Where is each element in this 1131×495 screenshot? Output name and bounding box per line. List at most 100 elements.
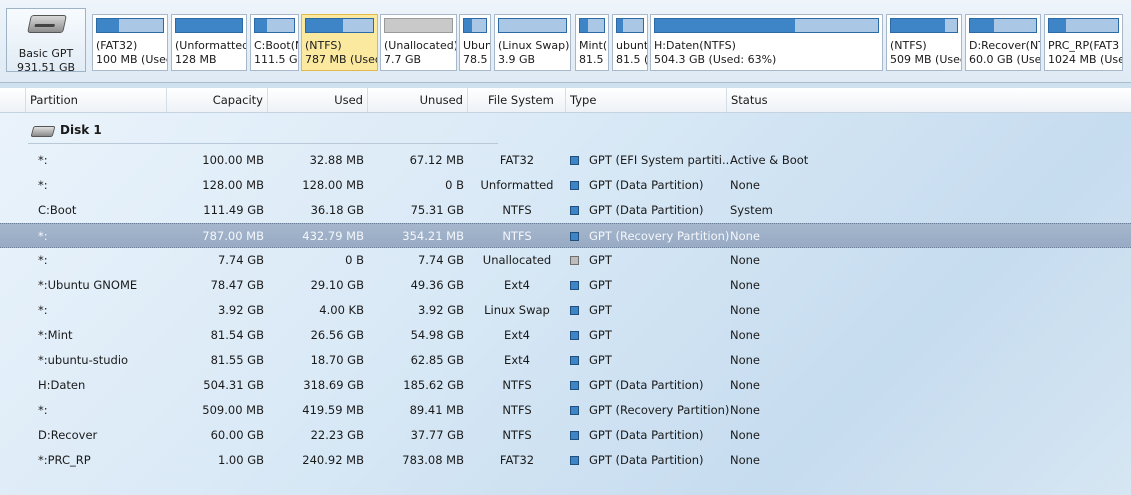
- cell-used: 18.70 GB: [310, 353, 364, 367]
- partition-color-swatch: [570, 331, 579, 340]
- usage-bar: [616, 18, 644, 33]
- cell-file-system: Ext4: [504, 278, 530, 292]
- cell-type: GPT: [589, 278, 612, 292]
- disk-separator: [28, 143, 498, 144]
- partition-block[interactable]: (Unformatted) 128 MB: [171, 14, 247, 71]
- table-row[interactable]: *:Mint 81.54 GB 26.56 GB 54.98 GB Ext4 GPT Non…: [0, 323, 1131, 348]
- partition-block[interactable]: H:Daten(NTFS) 504.3 GB (Used: 63%): [650, 14, 883, 71]
- partition-block[interactable]: D:Recover(NT 60.0 GB (Used: [965, 14, 1041, 71]
- partition-block[interactable]: Ubun 78.5: [459, 14, 491, 71]
- partition-block[interactable]: (NTFS) 787 MB (Used:: [301, 14, 378, 71]
- partition-color-swatch: [570, 181, 579, 190]
- partition-block-size: 7.7 GB: [384, 53, 422, 66]
- partition-block-size: 787 MB (Used:: [305, 53, 378, 66]
- table-row[interactable]: C:Boot 111.49 GB 36.18 GB 75.31 GB NTFS GPT (…: [0, 198, 1131, 223]
- cell-partition: H:Daten: [38, 378, 86, 392]
- partition-color-swatch: [570, 232, 579, 241]
- partition-block-label: Ubun: [463, 39, 491, 52]
- column-partition[interactable]: Partition: [26, 88, 167, 112]
- table-row[interactable]: *:PRC_RP 1.00 GB 240.92 MB 783.08 MB FAT32 GP…: [0, 448, 1131, 473]
- cell-unused: 67.12 MB: [409, 153, 464, 167]
- partition-block-label: H:Daten(NTFS): [654, 39, 736, 52]
- cell-capacity: 509.00 MB: [202, 403, 264, 417]
- usage-bar: [579, 18, 605, 33]
- partition-block-label: C:Boot(N: [254, 39, 299, 52]
- column-type[interactable]: Type: [566, 88, 727, 112]
- usage-bar-free: [118, 19, 163, 32]
- table-row[interactable]: *: 509.00 MB 419.59 MB 89.41 MB NTFS GPT (Rec…: [0, 398, 1131, 423]
- usage-bar-free: [795, 19, 878, 32]
- cell-type: GPT (Recovery Partition): [589, 403, 730, 417]
- cell-used: 26.56 GB: [310, 328, 364, 342]
- partition-block[interactable]: (Linux Swap) 3.9 GB: [494, 14, 571, 71]
- partition-block[interactable]: ubunt 81.5 (: [612, 14, 648, 71]
- table-row[interactable]: *: 787.00 MB 432.79 MB 354.21 MB NTFS GPT (Re…: [0, 223, 1131, 248]
- usage-bar-free: [1065, 19, 1118, 32]
- partition-block[interactable]: Mint(E81.5 (: [575, 14, 609, 71]
- column-used[interactable]: Used: [268, 88, 368, 112]
- cell-type: GPT (Data Partition): [589, 378, 704, 392]
- cell-partition: *:: [38, 153, 48, 167]
- partition-block-label: (NTFS): [305, 39, 342, 52]
- partition-color-swatch: [570, 381, 579, 390]
- cell-unused: 89.41 MB: [409, 403, 464, 417]
- table-row[interactable]: *: 128.00 MB 128.00 MB 0 B Unformatted GPT (D…: [0, 173, 1131, 198]
- partition-block-label: (FAT32): [96, 39, 138, 52]
- cell-status: None: [730, 428, 761, 442]
- table-row[interactable]: *: 7.74 GB 0 B 7.74 GB Unallocated GPT None: [0, 248, 1131, 273]
- column-status[interactable]: Status: [727, 88, 1131, 112]
- cell-capacity: 7.74 GB: [217, 253, 264, 267]
- table-row[interactable]: *:Ubuntu GNOME 78.47 GB 29.10 GB 49.36 GB Ex…: [0, 273, 1131, 298]
- partition-block[interactable]: PRC_RP(FAT3 1024 MB (Usec: [1044, 14, 1123, 71]
- partition-block[interactable]: (Unallocated) 7.7 GB: [380, 14, 457, 71]
- table-row[interactable]: *: 3.92 GB 4.00 KB 3.92 GB Linux Swap GPT None: [0, 298, 1131, 323]
- partition-block-label: PRC_RP(FAT3: [1048, 39, 1120, 52]
- cell-used: 128.00 MB: [302, 178, 364, 192]
- disk-group-header[interactable]: Disk 1: [0, 120, 500, 142]
- column-capacity[interactable]: Capacity: [167, 88, 268, 112]
- disk-info-block[interactable]: Basic GPT 931.51 GB: [6, 8, 86, 74]
- partition-block-label: Mint(E: [579, 39, 608, 52]
- partition-block-size: 128 MB: [175, 53, 217, 66]
- partition-block[interactable]: C:Boot(N111.5 GB: [250, 14, 299, 71]
- usage-bar: [254, 18, 295, 33]
- cell-used: 318.69 GB: [303, 378, 364, 392]
- cell-file-system: NTFS: [502, 428, 532, 442]
- cell-used: 36.18 GB: [310, 203, 364, 217]
- column-file-system[interactable]: File System: [468, 88, 566, 112]
- cell-status: Active & Boot: [730, 153, 809, 167]
- cell-status: None: [730, 278, 761, 292]
- table-row[interactable]: H:Daten 504.31 GB 318.69 GB 185.62 GB NTFS GP…: [0, 373, 1131, 398]
- table-row[interactable]: D:Recover 60.00 GB 22.23 GB 37.77 GB NTFS GPT…: [0, 423, 1131, 448]
- cell-capacity: 504.31 GB: [203, 378, 264, 392]
- usage-bar: [305, 18, 374, 33]
- usage-bar: [654, 18, 879, 33]
- partition-color-swatch: [570, 156, 579, 165]
- cell-unused: 3.92 GB: [417, 303, 464, 317]
- cell-partition: *:ubuntu-studio: [38, 353, 129, 367]
- table-row[interactable]: *:ubuntu-studio 81.55 GB 18.70 GB 62.85 GB E…: [0, 348, 1131, 373]
- partition-block[interactable]: (FAT32)100 MB (Used:: [92, 14, 168, 71]
- cell-status: None: [730, 303, 761, 317]
- usage-bar-free: [994, 19, 1036, 32]
- cell-status: None: [730, 403, 761, 417]
- partition-block-size: 504.3 GB (Used: 63%): [654, 53, 777, 66]
- cell-capacity: 81.55 GB: [210, 353, 264, 367]
- table-row[interactable]: *: 100.00 MB 32.88 MB 67.12 MB FAT32 GPT (EFI…: [0, 148, 1131, 173]
- column-header: Partition Capacity Used Unused File Syst…: [0, 88, 1131, 113]
- cell-type: GPT: [589, 253, 612, 267]
- disk-icon: [30, 126, 56, 137]
- usage-bar: [498, 18, 567, 33]
- column-unused[interactable]: Unused: [368, 88, 468, 112]
- cell-partition: *:: [38, 178, 48, 192]
- cell-used: 419.59 MB: [302, 403, 364, 417]
- partition-color-swatch: [570, 431, 579, 440]
- cell-partition: *:Ubuntu GNOME: [38, 278, 138, 292]
- partition-block[interactable]: (NTFS)509 MB (Used:: [886, 14, 962, 71]
- usage-bar-free: [622, 19, 643, 32]
- cell-unused: 0 B: [445, 178, 464, 192]
- cell-type: GPT: [589, 353, 612, 367]
- cell-unused: 783.08 MB: [402, 453, 464, 467]
- cell-status: None: [730, 178, 761, 192]
- partition-block-label: (Unallocated): [384, 39, 457, 52]
